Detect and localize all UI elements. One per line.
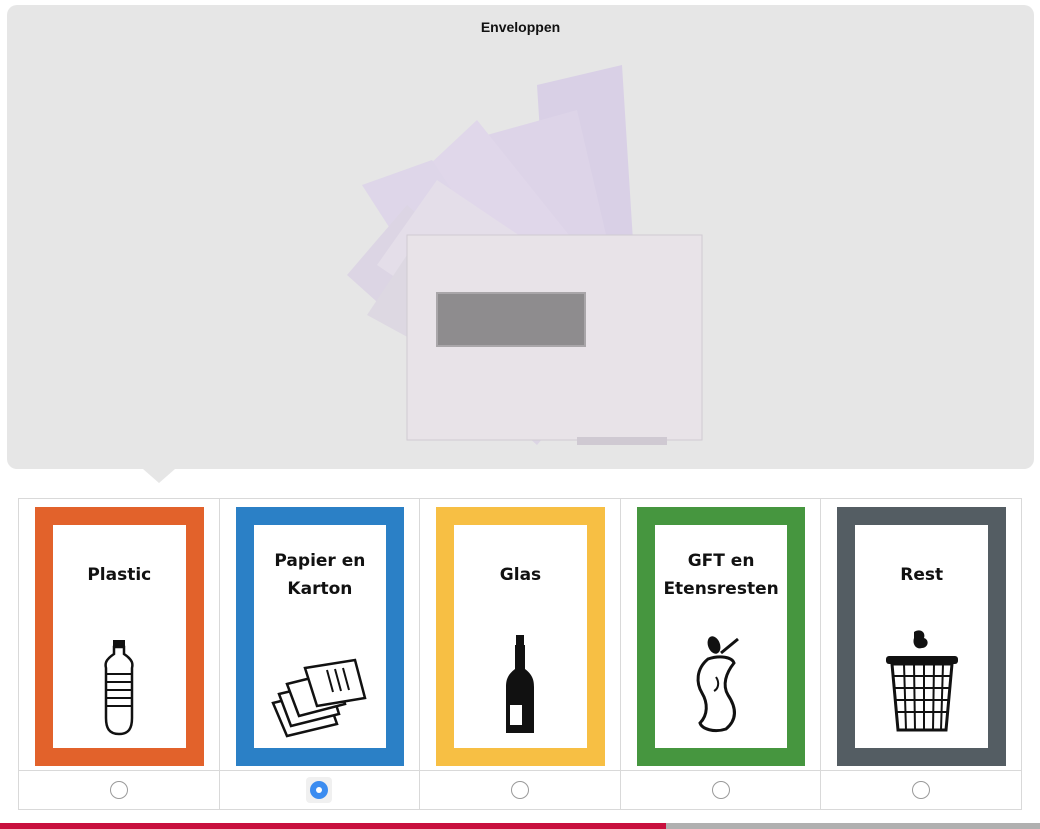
bin-label: Glas bbox=[499, 565, 542, 585]
bin-option-glas[interactable]: Glas bbox=[420, 499, 621, 809]
radio-focus bbox=[908, 777, 934, 803]
bin-radio-gft-en-etensresten[interactable] bbox=[711, 781, 730, 799]
radio-cell bbox=[19, 771, 219, 809]
bin-card-inner: Plastic bbox=[53, 525, 186, 748]
bin-radio-rest[interactable] bbox=[912, 781, 931, 799]
bin-option-rest[interactable]: Rest bbox=[821, 499, 1021, 809]
bin-card[interactable]: GFT en Etensresten bbox=[636, 507, 806, 766]
progress-bar bbox=[0, 823, 1040, 829]
bin-card-wrap: Glas bbox=[420, 499, 620, 771]
bin-card-wrap: GFT en Etensresten bbox=[620, 499, 821, 771]
waste-sorting-page: Enveloppen Plastic Papier en Karton Glas… bbox=[0, 0, 1040, 829]
bin-label: Plastic bbox=[87, 565, 152, 585]
apple-core-icon bbox=[655, 633, 788, 738]
glass-bottle-icon bbox=[454, 633, 587, 738]
bin-card[interactable]: Glas bbox=[436, 507, 605, 766]
plastic-bottle-icon bbox=[53, 638, 186, 738]
bin-option-papier-en-karton[interactable]: Papier en Karton bbox=[219, 499, 421, 809]
trash-bin-icon bbox=[855, 628, 988, 738]
bin-radio-glas[interactable] bbox=[510, 781, 529, 799]
item-title: Enveloppen bbox=[480, 19, 561, 35]
bin-option-plastic[interactable]: Plastic bbox=[19, 499, 220, 809]
paper-stack-icon bbox=[254, 658, 387, 738]
radio-focus bbox=[708, 777, 734, 803]
progress-fill bbox=[0, 823, 666, 829]
item-panel: Enveloppen bbox=[7, 5, 1034, 483]
bin-card-inner: Glas bbox=[454, 525, 587, 748]
bin-card-wrap: Rest bbox=[821, 499, 1021, 771]
bin-label: GFT en Etensresten bbox=[663, 551, 779, 599]
bin-radio-papier-en-karton[interactable] bbox=[310, 781, 329, 799]
bin-option-gft-en-etensresten[interactable]: GFT en Etensresten bbox=[620, 499, 822, 809]
bin-radio-plastic[interactable] bbox=[109, 781, 128, 799]
bin-card[interactable]: Papier en Karton bbox=[235, 507, 405, 766]
item-panel-pointer bbox=[143, 469, 175, 483]
bin-card-inner: Rest bbox=[855, 525, 988, 748]
radio-cell bbox=[821, 771, 1021, 809]
bin-card[interactable]: Plastic bbox=[35, 507, 204, 766]
envelopes-image bbox=[347, 65, 703, 445]
bin-options: Plastic Papier en Karton Glas GFT en Ete… bbox=[18, 498, 1022, 810]
bin-card-inner: GFT en Etensresten bbox=[654, 525, 788, 748]
bin-label: Papier en Karton bbox=[274, 551, 366, 599]
bin-card-inner: Papier en Karton bbox=[253, 525, 387, 748]
radio-cell bbox=[621, 771, 821, 809]
bin-label: Rest bbox=[900, 565, 944, 585]
radio-cell bbox=[420, 771, 620, 809]
radio-cell bbox=[220, 771, 420, 809]
radio-focus bbox=[507, 777, 533, 803]
radio-focus bbox=[306, 777, 333, 803]
bin-card-wrap: Papier en Karton bbox=[219, 499, 420, 771]
bin-card[interactable]: Rest bbox=[837, 507, 1006, 766]
radio-focus bbox=[106, 777, 132, 803]
bin-card-wrap: Plastic bbox=[19, 499, 219, 771]
